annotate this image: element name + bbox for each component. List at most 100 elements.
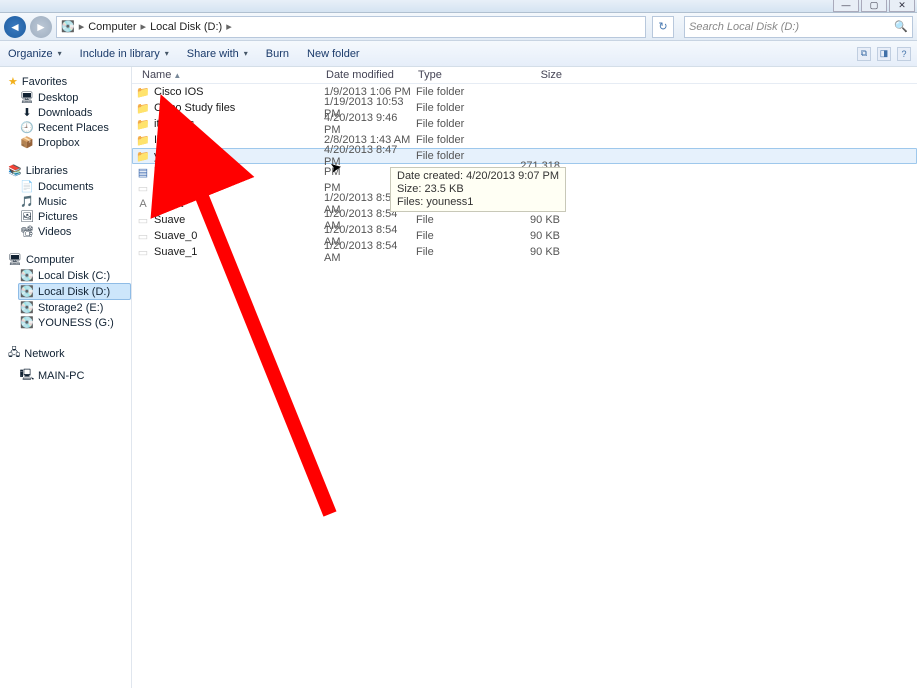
- breadcrumb-computer[interactable]: Computer: [88, 21, 136, 33]
- sidebar-group-network[interactable]: 🖧 Network: [8, 342, 131, 365]
- file-size: 90 KB: [508, 214, 568, 226]
- libraries-icon: 📚: [8, 164, 22, 177]
- file-name: it videos: [154, 118, 324, 130]
- file-date: 1/20/2013 8:54 AM: [324, 240, 416, 264]
- chevron-right-icon: ▸: [226, 20, 232, 33]
- sidebar-item-videos[interactable]: 📽Videos: [8, 224, 131, 239]
- file-icon: ▭: [136, 213, 150, 227]
- back-button[interactable]: ◄: [4, 16, 26, 38]
- file-name: Suave_0: [154, 230, 324, 242]
- drive-icon: 💽: [20, 269, 34, 282]
- font-icon: A: [136, 197, 150, 211]
- file-row[interactable]: 📁Cisco Study files1/19/2013 10:53 PMFile…: [132, 100, 917, 116]
- sidebar-item-pictures[interactable]: 🖼Pictures: [8, 209, 131, 224]
- sidebar-item-label: YOUNESS (G:): [38, 317, 114, 329]
- preview-pane-button[interactable]: ◨: [877, 47, 891, 61]
- folder-icon: 📁: [136, 117, 150, 131]
- file-icon: ▭: [136, 245, 150, 259]
- video-icon: ▤: [136, 165, 150, 179]
- dropbox-icon: 📦: [20, 136, 34, 149]
- sidebar-label: Libraries: [26, 165, 68, 177]
- file-type: File folder: [416, 150, 508, 162]
- sidebar-item-documents[interactable]: 📄Documents: [8, 179, 131, 194]
- search-input[interactable]: Search Local Disk (D:) 🔍: [684, 16, 913, 38]
- column-type[interactable]: Type: [418, 69, 510, 81]
- drive-icon: 💽: [61, 20, 75, 33]
- new-folder-button[interactable]: New folder: [307, 48, 360, 60]
- desktop-icon: 🖥: [20, 91, 34, 104]
- file-name: Cisco Study files: [154, 102, 324, 114]
- breadcrumb[interactable]: 💽 ▸ Computer ▸ Local Disk (D:) ▸: [56, 16, 646, 38]
- maximize-button[interactable]: ▢: [861, 0, 887, 12]
- file-name: Suave: [154, 214, 324, 226]
- file-date: 4/20/2013 9:46 PM: [324, 112, 416, 136]
- file-icon: ▭: [136, 181, 150, 195]
- sidebar-item-desktop[interactable]: 🖥 Desktop: [8, 90, 131, 105]
- network-icon: 🖧: [8, 344, 20, 363]
- breadcrumb-drive-d[interactable]: Local Disk (D:): [150, 21, 222, 33]
- sidebar-item-dropbox[interactable]: 📦 Dropbox: [8, 135, 131, 150]
- sidebar-item-label: Local Disk (D:): [38, 286, 110, 298]
- file-row[interactable]: ▭Suave1/20/2013 8:54 AMFile90 KB: [132, 212, 917, 228]
- sidebar-item-drive-e[interactable]: 💽Storage2 (E:): [8, 300, 131, 315]
- sidebar-item-recent[interactable]: 🕘Recent Places: [8, 120, 131, 135]
- drive-icon: 💽: [20, 301, 34, 314]
- organize-menu[interactable]: Organize: [8, 48, 62, 60]
- sidebar-item-label: Desktop: [38, 92, 78, 104]
- sidebar-item-label: Pictures: [38, 211, 78, 223]
- sidebar-item-drive-d[interactable]: 💽 Local Disk (D:): [18, 283, 131, 300]
- column-name[interactable]: Name▲: [136, 69, 326, 81]
- help-button[interactable]: ?: [897, 47, 911, 61]
- sidebar-item-label: Downloads: [38, 107, 92, 119]
- downloads-icon: ⬇: [20, 106, 34, 119]
- star-icon: ★: [8, 75, 18, 88]
- file-type: File folder: [416, 102, 508, 114]
- computer-icon: 🖥: [8, 253, 22, 266]
- share-with-menu[interactable]: Share with: [187, 48, 248, 60]
- chevron-right-icon: ▸: [79, 20, 85, 33]
- sidebar-label: Computer: [26, 254, 74, 266]
- documents-icon: 📄: [20, 180, 34, 193]
- file-type: File: [416, 246, 508, 258]
- refresh-button[interactable]: ↻: [652, 16, 674, 38]
- file-row[interactable]: 📁Cisco IOS1/9/2013 1:06 PMFile folder: [132, 84, 917, 100]
- drive-icon: 💽: [20, 285, 34, 298]
- main-area: ★ Favorites 🖥 Desktop ⬇ Downloads 🕘Recent …: [0, 67, 917, 688]
- cursor-icon: ➤: [329, 158, 344, 177]
- close-button[interactable]: ✕: [889, 0, 915, 12]
- file-row[interactable]: ▭Suave_11/20/2013 8:54 AMFile90 KB: [132, 244, 917, 260]
- file-row[interactable]: ▭Suave_01/20/2013 8:54 AMFile90 KB: [132, 228, 917, 244]
- sidebar-group-favorites[interactable]: ★ Favorites: [8, 73, 131, 90]
- sidebar-group-libraries[interactable]: 📚 Libraries: [8, 162, 131, 179]
- file-row[interactable]: 📁it videos4/20/2013 9:46 PMFile folder: [132, 116, 917, 132]
- column-date[interactable]: Date modified: [326, 69, 418, 81]
- file-name: youness: [154, 150, 324, 162]
- view-options-button[interactable]: ⧉: [857, 47, 871, 61]
- folder-icon: 📁: [136, 133, 150, 147]
- column-size[interactable]: Size: [510, 69, 570, 81]
- minimize-button[interactable]: —: [833, 0, 859, 12]
- recent-icon: 🕘: [20, 121, 34, 134]
- search-icon: 🔍: [894, 20, 908, 33]
- sidebar-group-computer[interactable]: 🖥 Computer: [8, 251, 131, 268]
- sidebar-item-mainpc[interactable]: 🖳MAIN-PC: [8, 365, 131, 386]
- search-placeholder: Search Local Disk (D:): [689, 21, 799, 33]
- folder-icon: 📁: [136, 149, 150, 163]
- file-list-pane: Name▲ Date modified Type Size 📁Cisco IOS…: [132, 67, 917, 688]
- sort-asc-icon: ▲: [173, 71, 181, 80]
- sidebar-item-label: Dropbox: [38, 137, 80, 149]
- sidebar-item-music[interactable]: 🎵Music: [8, 194, 131, 209]
- file-name: Rabat: [154, 198, 324, 210]
- file-type: File folder: [416, 86, 508, 98]
- sidebar-item-drive-c[interactable]: 💽Local Disk (C:): [8, 268, 131, 283]
- file-row[interactable]: 📁ITIL Exam2/8/2013 1:43 AMFile folder: [132, 132, 917, 148]
- tooltip-line: Files: youness1: [397, 196, 559, 209]
- forward-button[interactable]: ►: [30, 16, 52, 38]
- sidebar-item-drive-g[interactable]: 💽YOUNESS (G:): [8, 315, 131, 330]
- file-name: Cisco IOS: [154, 86, 324, 98]
- burn-button[interactable]: Burn: [266, 48, 289, 60]
- chevron-right-icon: ▸: [141, 20, 147, 33]
- tooltip-line: Date created: 4/20/2013 9:07 PM: [397, 170, 559, 183]
- include-in-library-menu[interactable]: Include in library: [80, 48, 169, 60]
- sidebar-item-downloads[interactable]: ⬇ Downloads: [8, 105, 131, 120]
